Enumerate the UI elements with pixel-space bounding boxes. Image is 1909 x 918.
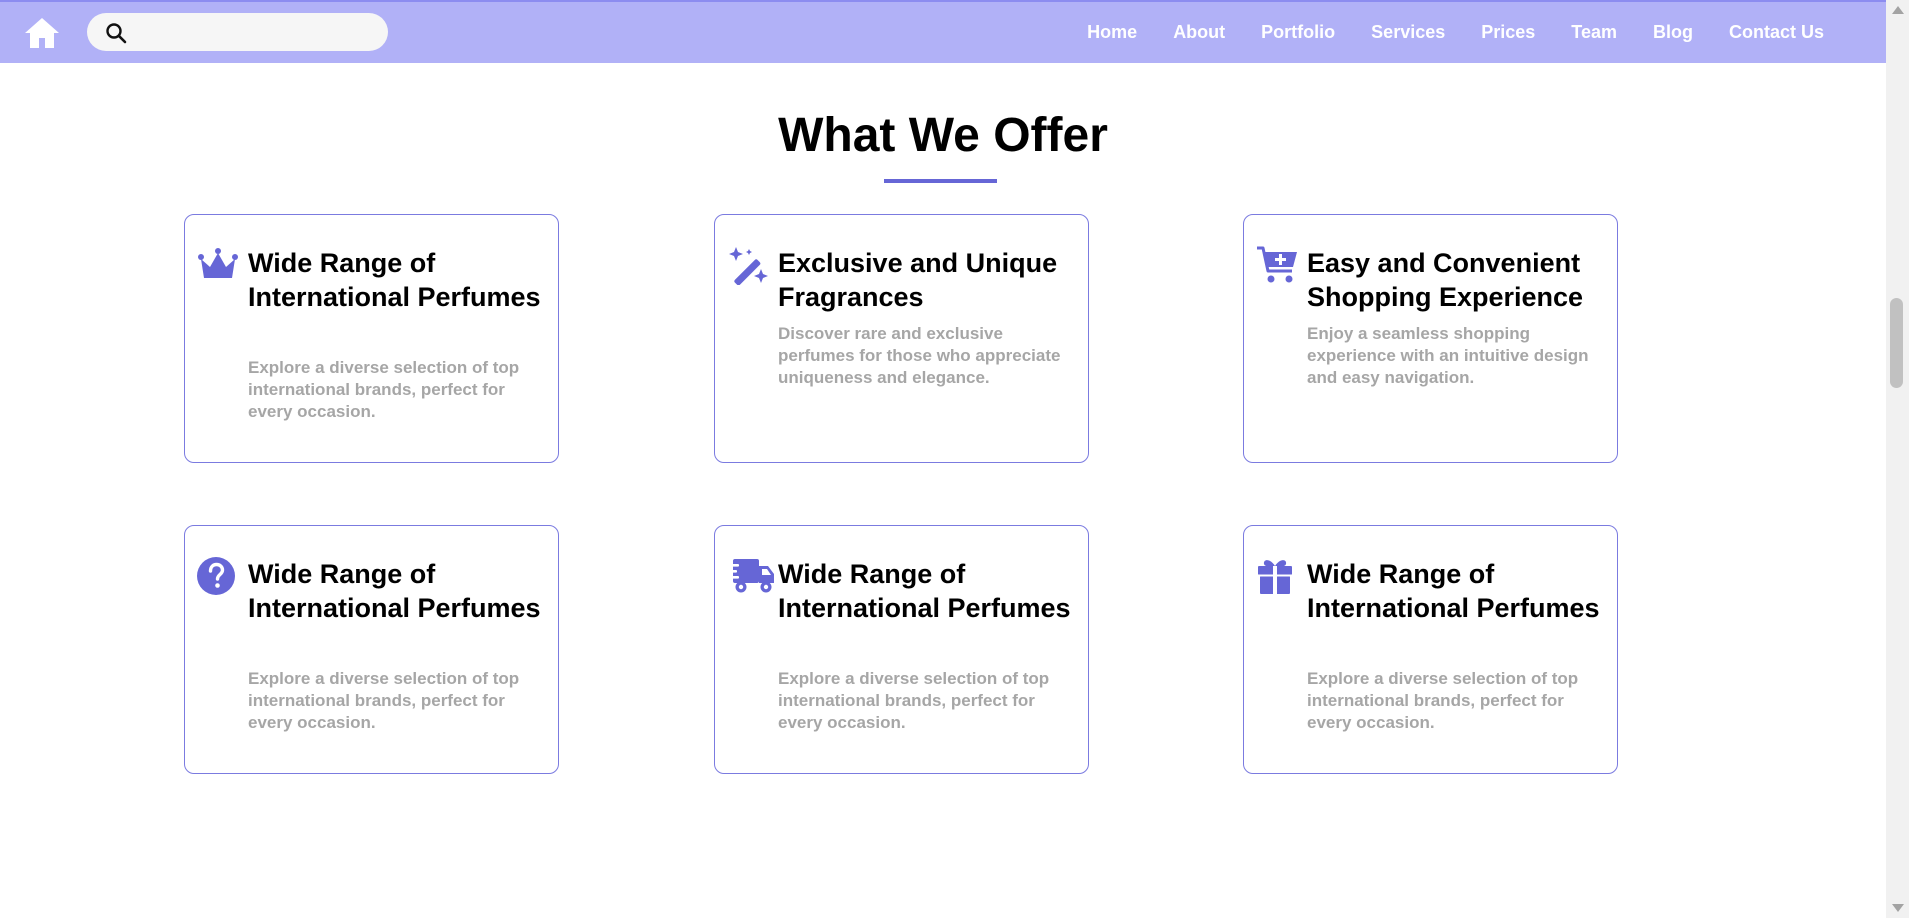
nav-link-about[interactable]: About bbox=[1173, 22, 1225, 43]
nav-link-blog[interactable]: Blog bbox=[1653, 22, 1693, 43]
gift-icon bbox=[1256, 556, 1298, 596]
nav-links: Home About Portfolio Services Prices Tea… bbox=[1087, 2, 1824, 63]
card-title: Wide Range of International Perfumes bbox=[248, 248, 541, 312]
feature-card: Easy and Convenient Shopping Experience … bbox=[1243, 214, 1618, 463]
scrollbar[interactable] bbox=[1886, 0, 1909, 918]
card-description: Explore a diverse selection of top inter… bbox=[1307, 669, 1579, 732]
search-box[interactable] bbox=[87, 13, 388, 51]
card-title: Wide Range of International Perfumes bbox=[248, 559, 541, 623]
page: Home About Portfolio Services Prices Tea… bbox=[0, 0, 1909, 918]
fast-truck-icon bbox=[727, 556, 774, 596]
nav-link-contact-us[interactable]: Contact Us bbox=[1729, 22, 1824, 43]
search-input[interactable] bbox=[137, 13, 381, 51]
scroll-up-arrow-icon[interactable] bbox=[1892, 6, 1904, 14]
card-title: Wide Range of International Perfumes bbox=[778, 559, 1071, 623]
card-title: Easy and Convenient Shopping Experience bbox=[1307, 248, 1584, 312]
feature-card: Exclusive and Unique Fragrances Discover… bbox=[714, 214, 1089, 463]
nav-link-team[interactable]: Team bbox=[1571, 22, 1617, 43]
feature-card: Wide Range of International Perfumes Exp… bbox=[1243, 525, 1618, 774]
section-title: What We Offer bbox=[778, 109, 1108, 162]
crown-icon bbox=[197, 245, 239, 285]
card-description: Enjoy a seamless shopping experience wit… bbox=[1307, 324, 1589, 387]
card-description: Explore a diverse selection of top inter… bbox=[778, 669, 1050, 732]
feature-card: Wide Range of International Perfumes Exp… bbox=[184, 525, 559, 774]
card-description: Discover rare and exclusive perfumes for… bbox=[778, 324, 1061, 387]
feature-card: Wide Range of International Perfumes Exp… bbox=[184, 214, 559, 463]
scroll-down-arrow-icon[interactable] bbox=[1892, 904, 1904, 912]
nav-link-services[interactable]: Services bbox=[1371, 22, 1445, 43]
search-icon[interactable] bbox=[105, 22, 127, 44]
title-underline bbox=[884, 179, 997, 183]
nav-link-portfolio[interactable]: Portfolio bbox=[1261, 22, 1335, 43]
nav-link-home[interactable]: Home bbox=[1087, 22, 1137, 43]
nav-link-prices[interactable]: Prices bbox=[1481, 22, 1535, 43]
scrollbar-thumb[interactable] bbox=[1890, 298, 1903, 388]
feature-card: Wide Range of International Perfumes Exp… bbox=[714, 525, 1089, 774]
navbar: Home About Portfolio Services Prices Tea… bbox=[0, 0, 1886, 63]
cart-plus-icon bbox=[1256, 245, 1298, 285]
card-description: Explore a diverse selection of top inter… bbox=[248, 358, 520, 421]
card-description: Explore a diverse selection of top inter… bbox=[248, 669, 520, 732]
card-title: Exclusive and Unique Fragrances bbox=[778, 248, 1058, 312]
home-icon[interactable] bbox=[24, 17, 60, 49]
question-circle-icon bbox=[197, 556, 239, 596]
magic-wand-sparkles-icon bbox=[727, 245, 769, 286]
card-title: Wide Range of International Perfumes bbox=[1307, 559, 1600, 623]
